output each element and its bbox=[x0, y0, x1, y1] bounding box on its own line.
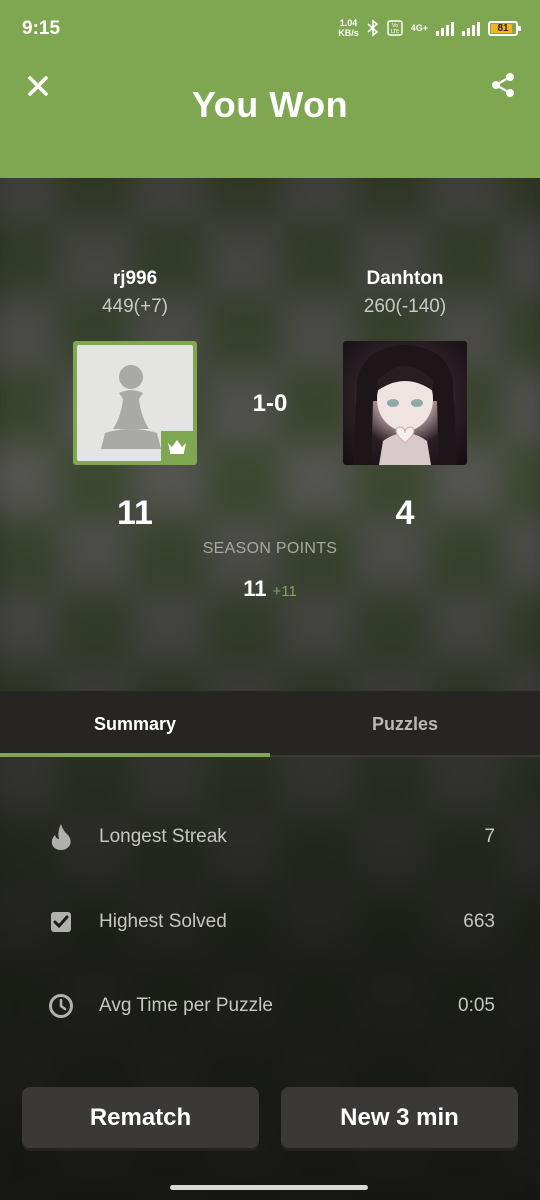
match-score: 1-0 bbox=[252, 390, 288, 417]
tab-puzzles[interactable]: Puzzles bbox=[270, 691, 540, 757]
home-indicator[interactable] bbox=[170, 1185, 368, 1190]
stat-label: Longest Streak bbox=[99, 826, 227, 847]
share-icon bbox=[492, 73, 514, 97]
player2-rating: 260(-140) bbox=[363, 296, 447, 317]
stat-value: 663 bbox=[463, 911, 495, 932]
network-speed: 1.04 KB/s bbox=[338, 18, 359, 38]
page-title: You Won bbox=[191, 84, 349, 125]
player2-name: Danhton bbox=[366, 268, 444, 289]
clock-icon bbox=[47, 992, 75, 1020]
battery-icon: 81 bbox=[488, 20, 521, 36]
stat-longest-streak: Longest Streak 7 bbox=[0, 812, 540, 862]
share-button[interactable] bbox=[488, 70, 518, 100]
player1-avatar[interactable] bbox=[73, 341, 197, 465]
signal-icon-2 bbox=[462, 20, 480, 36]
crown-icon bbox=[168, 440, 186, 454]
status-bar: 9:15 1.04 KB/s Vo LTE 4G+ 81 bbox=[0, 0, 540, 58]
player2-avatar[interactable] bbox=[343, 341, 467, 465]
network-speed-value: 1.04 bbox=[339, 18, 358, 28]
avatar-frame bbox=[77, 345, 193, 461]
player1-name: rj996 bbox=[112, 268, 158, 289]
stat-highest-solved: Highest Solved 663 bbox=[0, 897, 540, 947]
season-points-delta: +11 bbox=[272, 583, 297, 600]
status-time: 9:15 bbox=[22, 18, 61, 39]
stat-label: Highest Solved bbox=[99, 911, 227, 932]
signal-icon-1 bbox=[436, 20, 454, 36]
volte-icon: VoLTE bbox=[387, 20, 403, 36]
tab-bar: Summary Puzzles bbox=[0, 691, 540, 757]
season-points-value: 11 bbox=[243, 576, 267, 601]
rematch-button[interactable]: Rematch bbox=[22, 1087, 259, 1148]
player2-points: 4 bbox=[395, 494, 415, 532]
stat-value: 0:05 bbox=[458, 995, 495, 1016]
winner-badge bbox=[161, 431, 193, 461]
battery-level: 81 bbox=[497, 22, 509, 34]
status-icons: 1.04 KB/s Vo LTE 4G+ 81 bbox=[338, 18, 521, 38]
anime-portrait-image bbox=[353, 345, 457, 465]
player1-points: 11 bbox=[117, 494, 153, 532]
player1-rating: 449(+7) bbox=[101, 296, 169, 317]
stat-label: Avg Time per Puzzle bbox=[99, 995, 273, 1016]
active-tab-indicator bbox=[0, 753, 270, 757]
season-points-label: SEASON POINTS bbox=[202, 540, 338, 557]
stat-value: 7 bbox=[484, 826, 495, 847]
checkbox-icon bbox=[47, 908, 75, 936]
tab-summary[interactable]: Summary bbox=[0, 691, 270, 757]
flame-icon bbox=[47, 823, 75, 851]
result-header: You Won bbox=[0, 58, 540, 178]
season-points: 11 +11 bbox=[0, 576, 540, 602]
new-game-button[interactable]: New 3 min bbox=[281, 1087, 518, 1148]
network-speed-unit: KB/s bbox=[338, 28, 359, 38]
svg-text:LTE: LTE bbox=[391, 29, 399, 35]
stat-avg-time: Avg Time per Puzzle 0:05 bbox=[0, 981, 540, 1031]
network-type-label: 4G+ bbox=[410, 23, 428, 33]
bluetooth-icon bbox=[367, 19, 378, 37]
